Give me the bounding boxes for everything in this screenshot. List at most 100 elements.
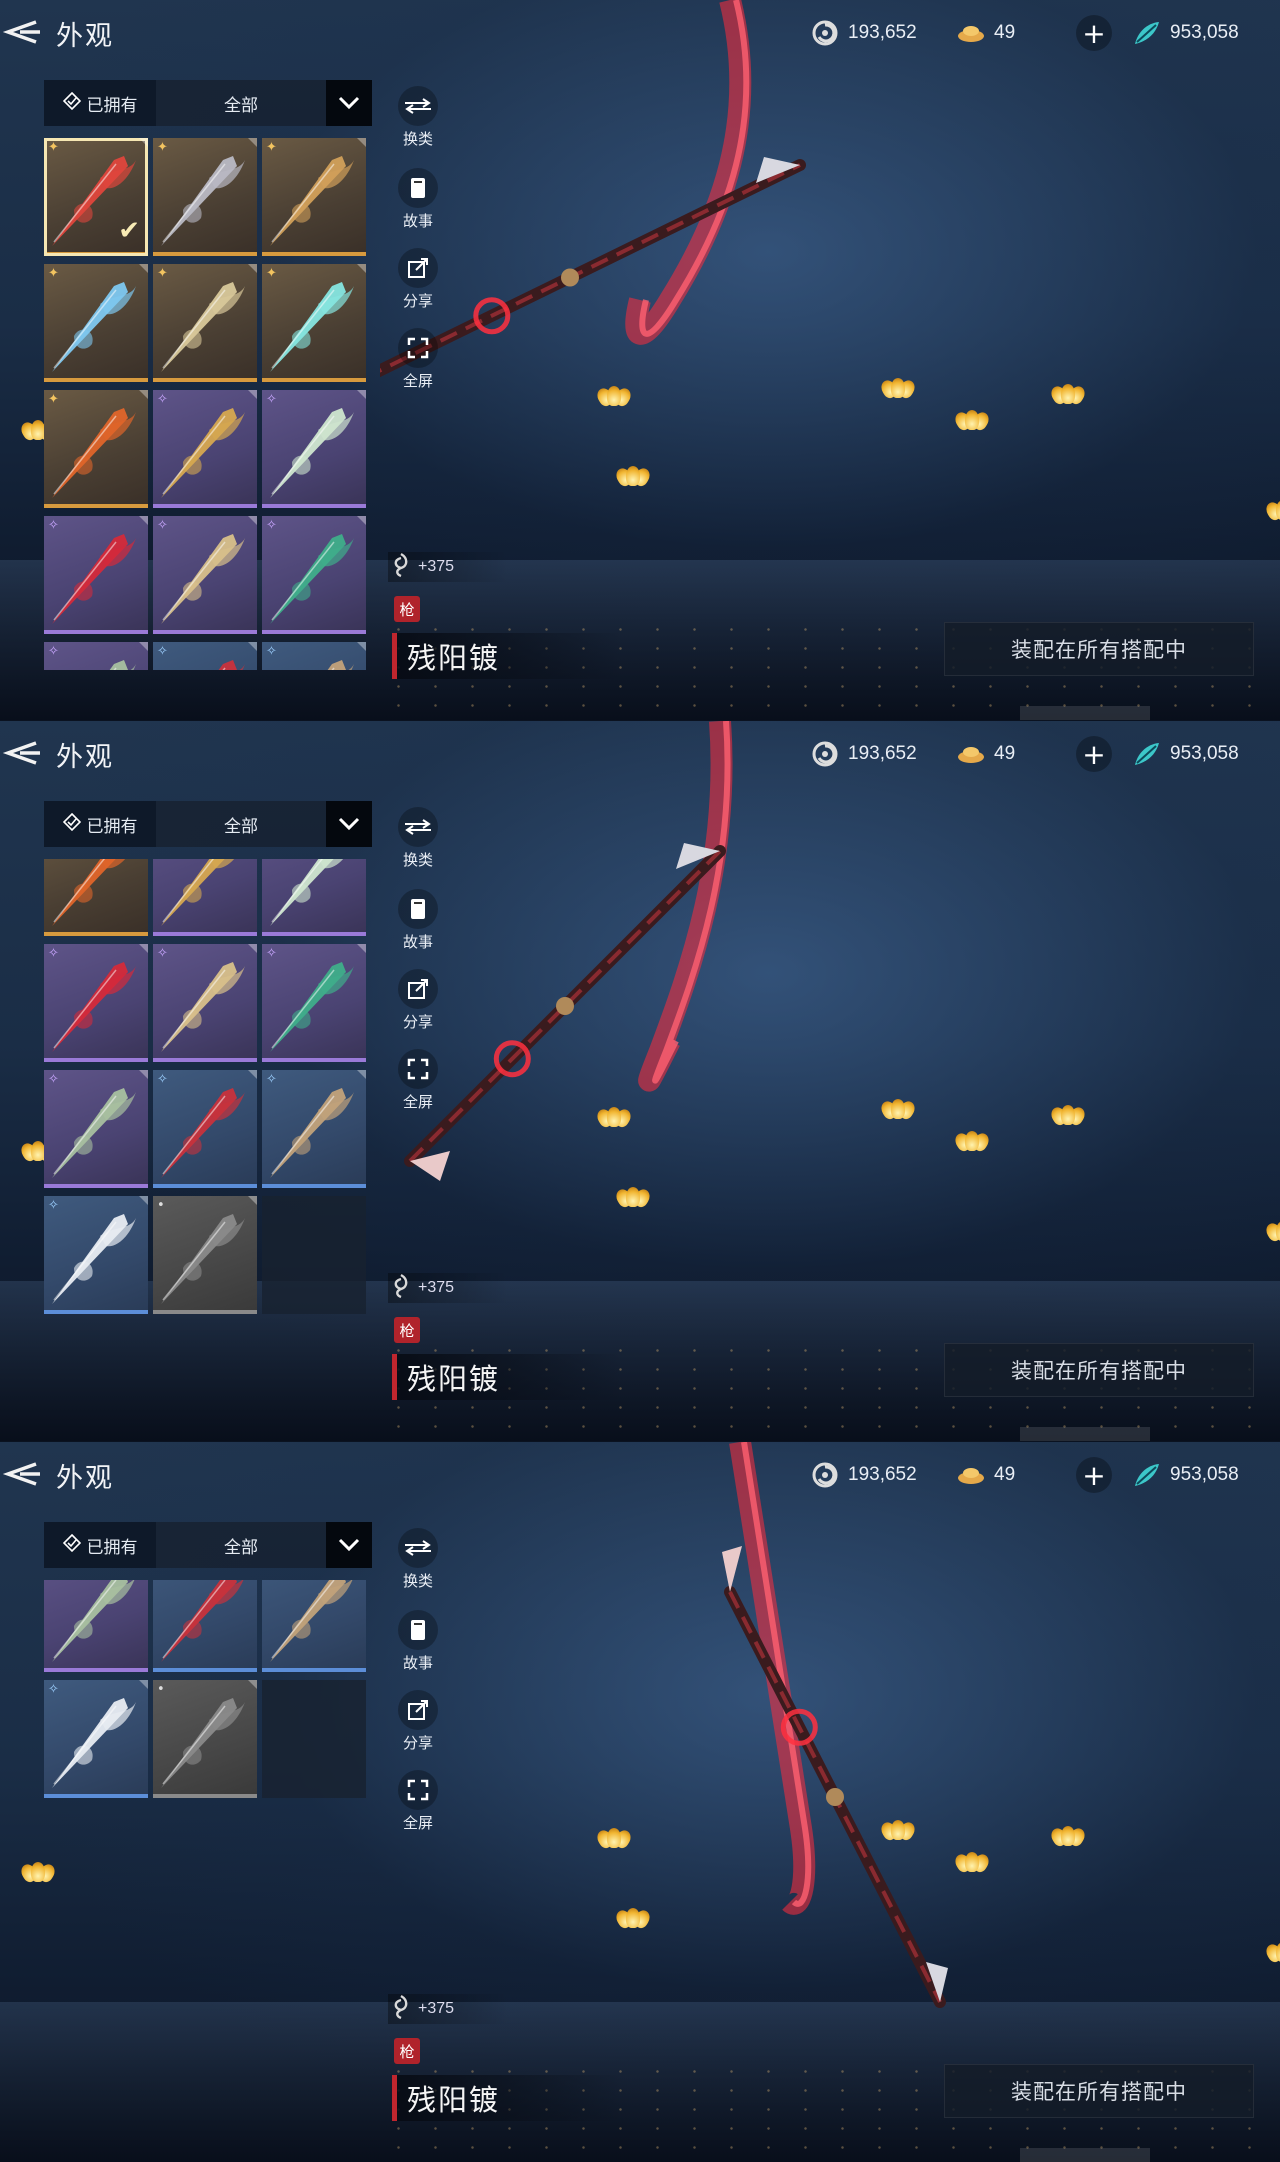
share-button[interactable]: 分享 bbox=[392, 248, 444, 311]
add-currency-button[interactable]: + bbox=[1076, 736, 1112, 772]
story-button[interactable]: 故事 bbox=[392, 168, 444, 231]
skin-item[interactable]: ✧ bbox=[262, 390, 366, 508]
skin-item[interactable]: • bbox=[153, 1196, 257, 1314]
rarity-icon: ✦ bbox=[48, 392, 59, 407]
gold-ingot-icon bbox=[956, 1460, 986, 1490]
skin-item[interactable]: • bbox=[153, 1680, 257, 1798]
category-select[interactable]: 全部 bbox=[156, 80, 326, 126]
fullscreen-button[interactable]: 全屏 bbox=[392, 1770, 444, 1833]
currency-3: 953,058 bbox=[1132, 1458, 1239, 1492]
skin-item[interactable]: ✦ bbox=[44, 264, 148, 382]
skin-item[interactable]: ✧ bbox=[153, 642, 257, 670]
tool-label: 全屏 bbox=[402, 1814, 433, 1832]
swap-weapon-icon bbox=[398, 86, 438, 126]
back-button[interactable] bbox=[0, 735, 44, 771]
skin-item[interactable]: ✧ bbox=[262, 1580, 366, 1672]
skin-grid: ✦✦✦✦✦✦✦✧✧✧✧✧✧✧✧✧• bbox=[44, 1580, 376, 2112]
skin-item[interactable]: ✧ bbox=[262, 859, 366, 936]
equip-all-loadouts-button[interactable]: 装配在所有搭配中 bbox=[944, 2064, 1254, 2118]
skin-item[interactable]: ✧ bbox=[262, 642, 366, 670]
skin-item[interactable]: ✧ bbox=[153, 944, 257, 1062]
skin-item[interactable]: ✦ bbox=[262, 138, 366, 256]
currency-2: 49 bbox=[956, 16, 1015, 50]
skin-item[interactable]: ✧ bbox=[153, 390, 257, 508]
swap-weapon-icon bbox=[398, 1528, 438, 1568]
skin-item[interactable]: ✧ bbox=[153, 1070, 257, 1188]
back-button[interactable] bbox=[0, 14, 44, 50]
swap-type-button[interactable]: 换类 bbox=[392, 807, 444, 870]
rarity-icon: ✧ bbox=[48, 946, 59, 961]
rarity-icon: ✧ bbox=[157, 518, 168, 533]
share-button[interactable]: 分享 bbox=[392, 1690, 444, 1753]
tool-label: 换类 bbox=[402, 130, 433, 148]
bottom-tab-hint bbox=[1020, 1427, 1150, 1441]
skin-item[interactable]: ✦ bbox=[153, 138, 257, 256]
category-select[interactable]: 全部 bbox=[156, 1522, 326, 1568]
skin-item[interactable]: ✧ bbox=[153, 516, 257, 634]
corner-marker bbox=[357, 516, 366, 525]
skin-item[interactable]: ✧ bbox=[44, 1070, 148, 1188]
gold-ingot-icon bbox=[956, 739, 986, 769]
owned-label: 已拥有 bbox=[86, 1537, 138, 1558]
skin-item[interactable]: ✧ bbox=[153, 859, 257, 936]
equip-label: 装配在所有搭配中 bbox=[1011, 638, 1187, 662]
skin-item[interactable]: ✦ bbox=[44, 390, 148, 508]
skin-item[interactable]: ✧ bbox=[262, 516, 366, 634]
skin-item[interactable]: ✧ bbox=[44, 516, 148, 634]
skin-item[interactable]: ✧ bbox=[153, 1580, 257, 1672]
fullscreen-button[interactable]: 全屏 bbox=[392, 1049, 444, 1112]
story-button[interactable]: 故事 bbox=[392, 1610, 444, 1673]
corner-marker bbox=[248, 390, 257, 399]
category-dropdown-button[interactable] bbox=[326, 1522, 372, 1568]
equip-all-loadouts-button[interactable]: 装配在所有搭配中 bbox=[944, 1343, 1254, 1397]
currency-value: 49 bbox=[994, 743, 1016, 764]
owned-filter-toggle[interactable]: 已拥有 bbox=[44, 801, 156, 847]
corner-marker bbox=[139, 1196, 148, 1205]
skin-item[interactable]: ✧ bbox=[44, 1680, 148, 1798]
weapon-type-badge: 枪 bbox=[394, 596, 420, 622]
page-title: 外观 bbox=[56, 21, 114, 52]
rarity-icon: ✧ bbox=[157, 946, 168, 961]
power-value: +375 bbox=[418, 2000, 455, 2017]
category-dropdown-button[interactable] bbox=[326, 801, 372, 847]
spiral-coin-icon bbox=[810, 18, 840, 48]
currency-value: 953,058 bbox=[1170, 22, 1239, 43]
skin-item[interactable]: ✦ bbox=[262, 264, 366, 382]
skin-item[interactable]: ✧ bbox=[44, 944, 148, 1062]
power-rating: +375 bbox=[388, 1994, 508, 2024]
filter-bar: 已拥有 全部 bbox=[44, 80, 372, 126]
spear-model[interactable] bbox=[380, 1442, 1280, 2162]
share-button[interactable]: 分享 bbox=[392, 969, 444, 1032]
skin-item[interactable]: ✦ bbox=[153, 264, 257, 382]
skin-item[interactable]: ✦ bbox=[44, 859, 148, 936]
owned-filter-toggle[interactable]: 已拥有 bbox=[44, 80, 156, 126]
story-button[interactable]: 故事 bbox=[392, 889, 444, 952]
dragon-emblem-icon bbox=[390, 552, 412, 583]
skin-item[interactable]: ✧ bbox=[262, 944, 366, 1062]
add-currency-button[interactable]: + bbox=[1076, 1457, 1112, 1493]
skin-item[interactable]: ✧ bbox=[262, 1070, 366, 1188]
owned-filter-toggle[interactable]: 已拥有 bbox=[44, 1522, 156, 1568]
skin-item[interactable]: ✧ bbox=[44, 1580, 148, 1672]
skin-item[interactable]: ✦ ✔ bbox=[44, 138, 148, 256]
swap-type-button[interactable]: 换类 bbox=[392, 1528, 444, 1591]
fullscreen-button[interactable]: 全屏 bbox=[392, 328, 444, 391]
swap-type-button[interactable]: 换类 bbox=[392, 86, 444, 149]
category-dropdown-button[interactable] bbox=[326, 80, 372, 126]
category-select[interactable]: 全部 bbox=[156, 801, 326, 847]
back-button[interactable] bbox=[0, 1456, 44, 1492]
rarity-icon: ✦ bbox=[48, 140, 59, 155]
rarity-icon: • bbox=[157, 1198, 165, 1213]
plus-icon: + bbox=[1082, 1458, 1106, 1492]
power-rating: +375 bbox=[388, 1273, 508, 1303]
spear-model[interactable] bbox=[380, 721, 1280, 1441]
add-currency-button[interactable]: + bbox=[1076, 15, 1112, 51]
rarity-icon: • bbox=[157, 1682, 165, 1697]
skin-item[interactable]: ✧ bbox=[44, 642, 148, 670]
weapon-type-badge: 枪 bbox=[394, 2038, 420, 2064]
spear-model[interactable] bbox=[380, 0, 1280, 720]
back-arrow-icon bbox=[2, 1462, 40, 1486]
equip-all-loadouts-button[interactable]: 装配在所有搭配中 bbox=[944, 622, 1254, 676]
top-bar: 外观 193,652 49 953,058 + bbox=[0, 721, 1280, 787]
skin-item[interactable]: ✧ bbox=[44, 1196, 148, 1314]
